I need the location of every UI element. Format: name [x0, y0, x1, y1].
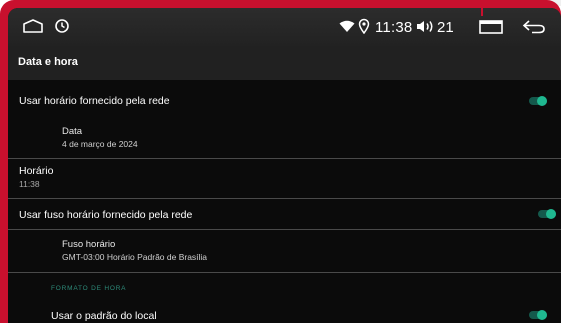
toggle-thumb	[537, 96, 547, 106]
locale-default-label: Usar o padrão do local	[51, 310, 157, 322]
time-row[interactable]: Horário 11:38	[8, 159, 561, 198]
home-icon[interactable]	[22, 18, 44, 39]
time-label: Horário	[19, 165, 54, 177]
locale-default-toggle[interactable]	[529, 310, 547, 320]
back-icon[interactable]	[522, 19, 546, 39]
toggle-thumb	[537, 310, 547, 320]
section-header: FORMATO DE HORA	[51, 285, 127, 292]
time-format-section: FORMATO DE HORA	[8, 273, 561, 293]
date-row[interactable]: Data 4 de março de 2024	[8, 122, 561, 158]
volume-level: 21	[437, 19, 454, 36]
network-time-toggle[interactable]	[529, 96, 547, 106]
timezone-value: GMT-03:00 Horário Padrão de Brasília	[62, 252, 208, 262]
wifi-icon	[339, 20, 355, 38]
time-value: 11:38	[19, 179, 40, 189]
date-label: Data	[62, 126, 83, 137]
location-icon	[358, 18, 370, 39]
network-time-label: Usar horário fornecido pela rede	[19, 95, 170, 107]
page-header: Data e hora	[8, 46, 561, 80]
network-timezone-label: Usar fuso horário fornecido pela rede	[19, 209, 193, 221]
page-title: Data e hora	[18, 56, 78, 68]
network-timezone-row[interactable]: Usar fuso horário fornecido pela rede	[8, 199, 561, 229]
date-value: 4 de março de 2024	[62, 139, 138, 149]
timezone-row[interactable]: Fuso horário GMT-03:00 Horário Padrão de…	[8, 230, 561, 272]
status-time: 11:38	[375, 19, 413, 36]
clock-icon	[54, 18, 70, 39]
screen: 11:38 21 Data e hora Usar horário fornec…	[8, 8, 561, 323]
frame-accent-line	[481, 0, 483, 16]
network-timezone-toggle[interactable]	[538, 209, 556, 219]
network-time-row[interactable]: Usar horário fornecido pela rede	[8, 80, 561, 122]
locale-default-row[interactable]: Usar o padrão do local	[8, 298, 561, 323]
status-bar: 11:38 21	[8, 8, 561, 46]
volume-icon[interactable]	[416, 19, 436, 39]
device-frame: 11:38 21 Data e hora Usar horário fornec…	[0, 0, 561, 323]
recent-apps-icon[interactable]	[479, 20, 503, 39]
toggle-thumb	[546, 209, 556, 219]
timezone-label: Fuso horário	[62, 239, 116, 250]
